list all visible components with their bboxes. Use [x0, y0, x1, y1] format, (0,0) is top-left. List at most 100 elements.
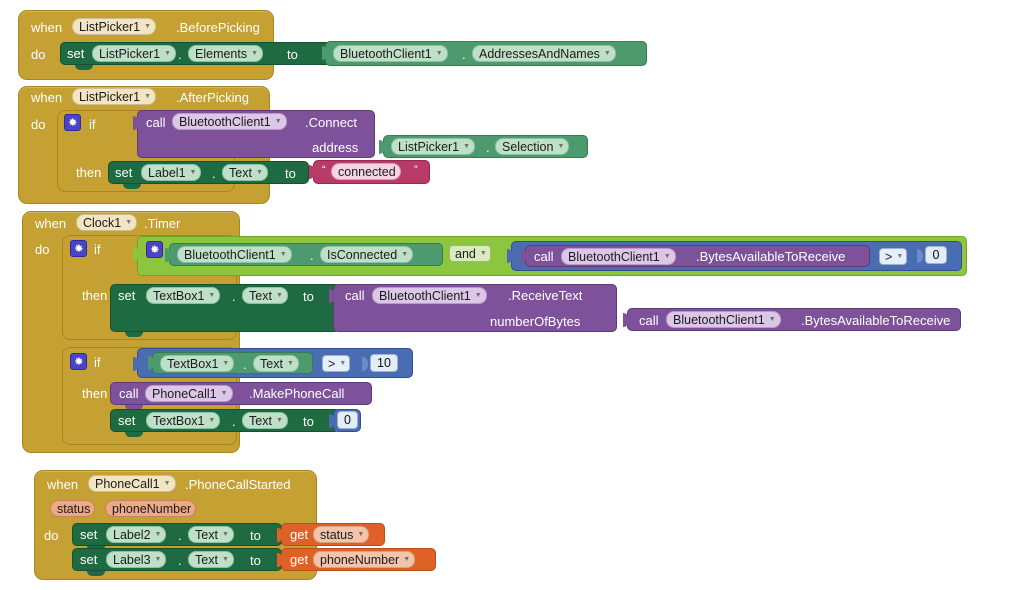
chevron-down-icon: ▼: [768, 316, 776, 323]
dot-separator: .: [310, 248, 314, 263]
event-component-label: ListPicker1: [79, 89, 141, 104]
variable-name-dropdown[interactable]: phoneNumber ▼: [313, 551, 416, 568]
when-keyword: when: [31, 20, 63, 35]
to-keyword: to: [303, 414, 314, 429]
getter-property-dropdown[interactable]: Selection ▼: [495, 138, 570, 155]
event-component-dropdown[interactable]: ListPicker1 ▼: [72, 18, 157, 35]
setter-component-label: TextBox1: [153, 288, 205, 303]
setter-property-dropdown[interactable]: Text ▼: [222, 164, 268, 181]
getter-component-dropdown[interactable]: ListPicker1 ▼: [391, 138, 476, 155]
to-keyword: to: [285, 166, 296, 181]
setter-component-dropdown[interactable]: Label2 ▼: [106, 526, 167, 543]
setter-property-dropdown[interactable]: Text ▼: [242, 287, 288, 304]
call-component-dropdown[interactable]: BluetoothClient1 ▼: [172, 113, 287, 130]
call-component-dropdown[interactable]: BluetoothClient1 ▼: [666, 311, 781, 328]
set-keyword: set: [118, 288, 136, 303]
get-keyword: get: [290, 552, 309, 567]
setter-component-label: ListPicker1: [99, 46, 161, 61]
chevron-down-icon: ▼: [144, 93, 152, 100]
number-field-ten[interactable]: 10: [370, 354, 398, 372]
blocks-workspace[interactable]: when ListPicker1 ▼ .BeforePicking do set…: [0, 0, 1024, 590]
event-param-status-label: status: [57, 501, 91, 516]
setter-property-dropdown[interactable]: Text ▼: [188, 526, 234, 543]
mutator-gear-icon[interactable]: [70, 353, 87, 370]
set-keyword: set: [67, 46, 85, 61]
call-component-label: BluetoothClient1: [673, 312, 765, 327]
event-component-label: PhoneCall1: [95, 476, 160, 491]
mutator-gear-icon[interactable]: [146, 241, 163, 258]
event-component-label: ListPicker1: [79, 19, 141, 34]
when-keyword: when: [47, 477, 79, 492]
chevron-down-icon: ▼: [463, 143, 471, 150]
comparison-operator-dropdown[interactable]: > ▼: [879, 248, 908, 265]
setter-property-label: Text: [229, 165, 252, 180]
dot-separator: .: [178, 553, 182, 568]
chevron-down-icon: ▼: [251, 50, 259, 57]
chevron-down-icon: ▼: [896, 253, 904, 260]
getter-property-dropdown[interactable]: IsConnected ▼: [320, 246, 414, 263]
comparison-operator-label: >: [328, 356, 336, 371]
to-keyword: to: [287, 47, 298, 62]
call-keyword: call: [119, 386, 139, 401]
call-component-dropdown[interactable]: BluetoothClient1 ▼: [561, 248, 676, 265]
set-keyword: set: [80, 552, 98, 567]
do-keyword: do: [35, 242, 50, 257]
when-keyword: when: [31, 90, 63, 105]
to-keyword: to: [250, 553, 261, 568]
and-operator-dropdown[interactable]: and ▼: [449, 245, 491, 262]
chevron-down-icon: ▼: [154, 531, 162, 538]
block-notch: [87, 571, 105, 576]
mutator-gear-icon[interactable]: [70, 240, 87, 257]
getter-component-dropdown[interactable]: TextBox1 ▼: [160, 355, 235, 372]
setter-property-dropdown[interactable]: Text ▼: [188, 551, 234, 568]
setter-component-dropdown[interactable]: Label1 ▼: [141, 164, 202, 181]
call-component-label: PhoneCall1: [152, 386, 217, 401]
comparison-operator-dropdown[interactable]: > ▼: [322, 355, 351, 372]
getter-component-label: TextBox1: [167, 356, 219, 371]
number-field-zero[interactable]: 0: [925, 246, 947, 264]
do-keyword: do: [31, 47, 46, 62]
dot-separator: .: [462, 47, 466, 62]
variable-name-dropdown[interactable]: status ▼: [313, 526, 370, 543]
call-component-dropdown[interactable]: BluetoothClient1 ▼: [372, 287, 487, 304]
number-value-label: 0: [932, 248, 940, 262]
event-component-dropdown[interactable]: Clock1 ▼: [76, 214, 138, 231]
getter-property-dropdown[interactable]: Text ▼: [253, 355, 299, 372]
setter-component-label: Label3: [113, 552, 151, 567]
then-keyword: then: [76, 165, 102, 180]
setter-component-dropdown[interactable]: TextBox1 ▼: [146, 412, 221, 429]
chevron-down-icon: ▼: [403, 556, 411, 563]
getter-property-dropdown[interactable]: AddressesAndNames ▼: [472, 45, 616, 62]
chevron-down-icon: ▼: [208, 292, 216, 299]
chevron-down-icon: ▼: [163, 480, 171, 487]
number-value-label: 0: [344, 413, 351, 427]
event-component-dropdown[interactable]: PhoneCall1 ▼: [88, 475, 176, 492]
chevron-down-icon: ▼: [221, 531, 229, 538]
get-keyword: get: [290, 527, 309, 542]
set-keyword: set: [118, 413, 136, 428]
getter-component-label: BluetoothClient1: [184, 247, 276, 262]
setter-component-label: Label2: [113, 527, 151, 542]
event-component-dropdown[interactable]: ListPicker1 ▼: [72, 88, 157, 105]
setter-block-label1-text[interactable]: [108, 161, 309, 184]
setter-property-dropdown[interactable]: Elements ▼: [188, 45, 264, 62]
text-value-field[interactable]: connected: [331, 163, 401, 180]
chevron-down-icon: ▼: [474, 292, 482, 299]
to-keyword: to: [250, 528, 261, 543]
getter-property-label: Selection: [502, 139, 554, 154]
chevron-down-icon: ▼: [401, 251, 409, 258]
getter-component-dropdown[interactable]: BluetoothClient1 ▼: [177, 246, 292, 263]
call-component-dropdown[interactable]: PhoneCall1 ▼: [145, 385, 233, 402]
event-name-label: .Timer: [144, 216, 181, 231]
chevron-down-icon: ▼: [144, 23, 152, 30]
number-field-reset[interactable]: 0: [337, 411, 358, 429]
if-keyword: if: [89, 117, 96, 132]
setter-component-dropdown[interactable]: TextBox1 ▼: [146, 287, 221, 304]
variable-name-label: phoneNumber: [320, 552, 400, 567]
setter-property-dropdown[interactable]: Text ▼: [242, 412, 288, 429]
setter-component-dropdown[interactable]: Label3 ▼: [106, 551, 167, 568]
setter-component-dropdown[interactable]: ListPicker1 ▼: [92, 45, 177, 62]
call-keyword: call: [345, 288, 365, 303]
getter-component-dropdown[interactable]: BluetoothClient1 ▼: [333, 45, 448, 62]
mutator-gear-icon[interactable]: [64, 114, 81, 131]
